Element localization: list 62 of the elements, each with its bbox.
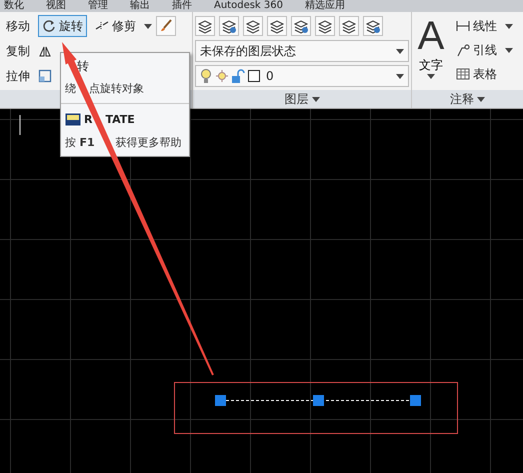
layer-dropdown[interactable]: 0 [195, 65, 409, 87]
tooltip-description: 点旋转对象 [89, 82, 144, 95]
caret-icon [396, 74, 404, 78]
layers-icon [269, 18, 285, 34]
tooltip-description: 绕 [65, 82, 76, 95]
menu-tab[interactable]: 插件 [172, 0, 192, 12]
menu-tab[interactable]: 管理 [88, 0, 108, 12]
layers-icon [221, 18, 237, 34]
layer-tool-button[interactable] [219, 16, 239, 36]
layer-tool-button[interactable] [243, 16, 263, 36]
layer-tool-button[interactable] [291, 16, 311, 36]
tool-button[interactable]: 引线 [452, 39, 501, 61]
layer-state-dropdown[interactable]: 未保存的图层状态 [195, 40, 409, 62]
tool-button[interactable]: 线性 [452, 15, 501, 37]
tool-button[interactable]: 旋转 [38, 15, 87, 37]
selected-line[interactable] [215, 395, 421, 406]
layer-tool-button[interactable] [339, 16, 359, 36]
tool-button[interactable]: 表格 [452, 63, 501, 85]
brush-icon [159, 19, 173, 33]
menu-tab[interactable]: 输出 [130, 0, 150, 12]
layers-icon [245, 18, 261, 34]
text-tool-label[interactable]: 文字 [419, 57, 443, 74]
text-tool-glyph[interactable]: A [418, 15, 444, 57]
caret-icon [505, 24, 513, 28]
layer-tool-button[interactable] [363, 16, 383, 36]
tool-button[interactable]: 拉伸 [2, 65, 34, 87]
table-icon [456, 67, 470, 81]
layer-tool-button[interactable] [267, 16, 287, 36]
help-hint: 按 F1 [65, 136, 95, 150]
menu-tab[interactable]: 数化 [4, 0, 24, 12]
tooltip-title: 转 [77, 59, 89, 73]
tool-button[interactable]: 移动 [2, 15, 34, 37]
layer-tool-button[interactable] [195, 16, 215, 36]
panel-title[interactable]: 图层 [284, 90, 308, 108]
caret-icon [396, 48, 404, 54]
rotate-icon [42, 19, 56, 33]
menu-tab[interactable]: 视图 [46, 0, 66, 12]
stretch-icon[interactable] [38, 69, 52, 83]
layers-icon [365, 18, 381, 34]
tool-button[interactable]: 复制 [2, 40, 34, 62]
layer-state-icons-drawing [200, 68, 262, 84]
caret-icon [477, 96, 485, 102]
layers-icon [317, 18, 333, 34]
command-name: R [84, 112, 92, 126]
caret-icon [427, 74, 435, 79]
caret-icon [312, 96, 320, 102]
layers-icon [197, 18, 213, 34]
leader-icon [456, 43, 470, 57]
caret-icon [505, 48, 513, 52]
menu-tab[interactable]: Autodesk 360 [214, 0, 283, 12]
caret-icon [144, 24, 152, 28]
command-icon [65, 112, 81, 126]
help-hint: 获得更多帮助 [116, 136, 182, 150]
layers-icon [341, 18, 357, 34]
dimension-icon [456, 19, 470, 33]
layer-tool-button[interactable] [315, 16, 335, 36]
tool-button[interactable]: 修剪 [91, 15, 140, 37]
layers-icon [293, 18, 309, 34]
mirror-icon[interactable] [38, 44, 52, 58]
command-name: TATE [105, 112, 135, 126]
drawing-canvas[interactable] [0, 109, 523, 473]
brush-button[interactable] [156, 16, 176, 36]
